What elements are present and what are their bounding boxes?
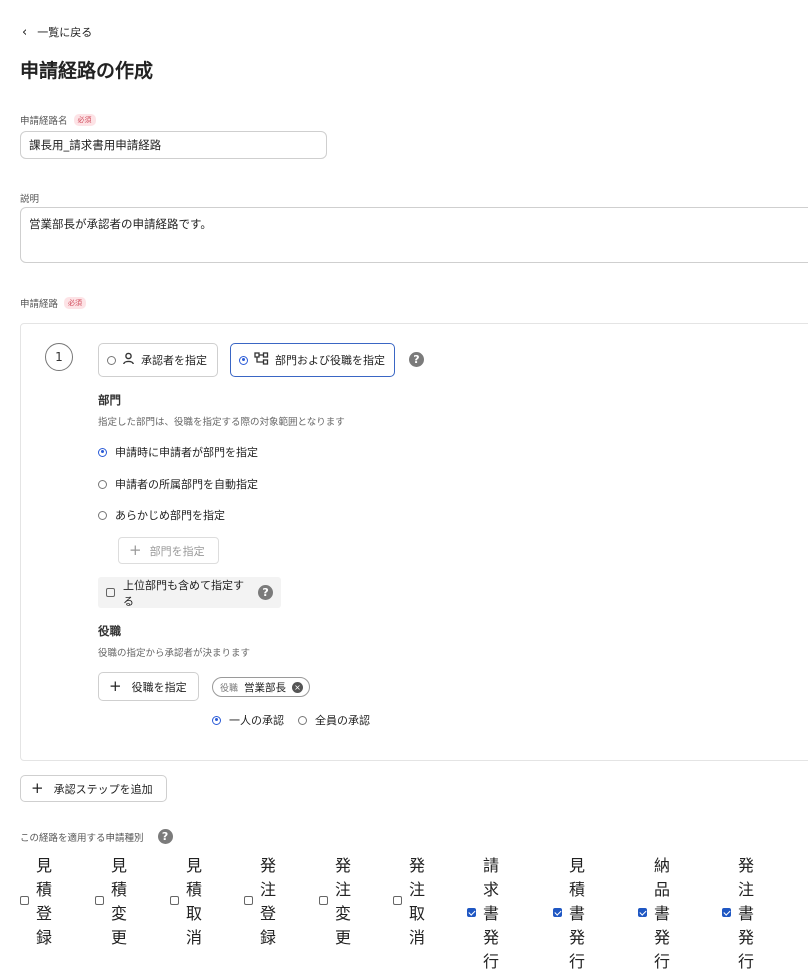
apply-type-item[interactable]: 見積登録 xyxy=(20,852,52,948)
apply-type-checkbox[interactable] xyxy=(170,895,179,905)
description-textarea[interactable]: 営業部長が承認者の申請経路です。 xyxy=(20,207,808,263)
route-label: 申請経路 xyxy=(20,299,59,310)
apply-types-label-row: この経路を適用する申請種別 ? xyxy=(20,829,173,844)
radio-unselected[interactable] xyxy=(298,715,307,725)
plus-icon: + xyxy=(31,779,44,797)
include-upper-dept-label: 上位部門も含めて指定する xyxy=(123,578,244,608)
required-badge: 必須 xyxy=(64,297,87,309)
role-chip-label: 役職 xyxy=(220,683,239,694)
radio-selected[interactable] xyxy=(212,715,221,725)
option-dept-role-button[interactable]: 部門および役職を指定 xyxy=(230,343,395,377)
add-step-label: 承認ステップを追加 xyxy=(53,782,153,796)
radio-unselected[interactable] xyxy=(98,479,107,489)
apply-type-label: 見積取消 xyxy=(186,856,203,947)
org-chart-icon xyxy=(254,352,269,368)
apply-type-item[interactable]: 見積変更 xyxy=(95,852,127,948)
apply-type-checkbox[interactable] xyxy=(20,895,29,905)
apply-type-label: 見積変更 xyxy=(111,856,128,947)
apply-types-label: この経路を適用する申請種別 xyxy=(20,832,144,844)
apply-type-item[interactable]: 見積書発行 xyxy=(553,852,585,972)
dept-hint: 指定した部門は、役職を指定する際の対象範囲となります xyxy=(98,417,345,428)
route-name-label: 申請経路名 xyxy=(20,116,68,127)
chevron-left-icon: ‹ xyxy=(22,24,28,40)
apply-type-checkbox[interactable] xyxy=(638,907,647,917)
add-step-button[interactable]: + 承認ステップを追加 xyxy=(20,775,167,802)
apply-type-label: 発注書発行 xyxy=(738,856,755,971)
dept-option-preset[interactable]: あらかじめ部門を指定 xyxy=(98,507,225,523)
include-upper-dept-checkbox[interactable] xyxy=(106,588,115,597)
option-approver-radio[interactable] xyxy=(107,355,116,365)
apply-type-checkbox[interactable] xyxy=(467,907,476,917)
radio-unselected[interactable] xyxy=(98,510,107,520)
apply-type-checkbox[interactable] xyxy=(553,907,562,917)
apply-type-item[interactable]: 請求書発行 xyxy=(467,852,499,972)
specify-role-button[interactable]: + 役職を指定 xyxy=(98,672,199,701)
include-upper-dept-checkbox-row[interactable]: 上位部門も含めて指定する ? xyxy=(98,577,281,608)
dept-title: 部門 xyxy=(98,393,121,407)
apply-type-item[interactable]: 発注取消 xyxy=(393,852,425,948)
approval-option-label: 一人の承認 xyxy=(229,714,284,727)
dept-option-label: あらかじめ部門を指定 xyxy=(115,509,225,522)
apply-type-item[interactable]: 発注変更 xyxy=(319,852,351,948)
route-name-input[interactable]: 課長用_請求書用申請経路 xyxy=(20,131,327,159)
page-title: 申請経路の作成 xyxy=(20,60,154,82)
apply-type-label: 発注登録 xyxy=(260,856,277,947)
apply-type-checkbox[interactable] xyxy=(95,895,104,905)
apply-type-checkbox[interactable] xyxy=(393,895,402,905)
help-icon[interactable]: ? xyxy=(409,352,424,367)
apply-type-label: 請求書発行 xyxy=(483,856,500,971)
person-icon xyxy=(122,352,135,368)
dept-option-auto[interactable]: 申請者の所属部門を自動指定 xyxy=(98,476,258,492)
apply-type-item[interactable]: 発注登録 xyxy=(244,852,276,948)
step-number: 1 xyxy=(45,343,73,371)
apply-type-label: 見積登録 xyxy=(36,856,53,947)
apply-type-checkbox[interactable] xyxy=(319,895,328,905)
apply-type-label: 見積書発行 xyxy=(569,856,586,971)
clear-icon[interactable]: × xyxy=(292,681,304,693)
specify-dept-label: 部門を指定 xyxy=(149,544,205,558)
option-approver-button[interactable]: 承認者を指定 xyxy=(98,343,218,377)
role-chip-value: 営業部長 xyxy=(244,681,287,694)
apply-type-item[interactable]: 見積取消 xyxy=(170,852,202,948)
role-chip: 役職 営業部長 × xyxy=(212,677,311,697)
apply-type-checkbox[interactable] xyxy=(722,907,731,917)
route-label-row: 申請経路 必須 xyxy=(20,296,87,310)
plus-icon: + xyxy=(109,677,122,695)
apply-type-checkbox[interactable] xyxy=(244,895,253,905)
option-dept-role-label: 部門および役職を指定 xyxy=(275,354,385,367)
description-label: 説明 xyxy=(20,194,40,205)
plus-icon: + xyxy=(129,541,142,559)
option-approver-label: 承認者を指定 xyxy=(141,354,207,367)
apply-type-item[interactable]: 納品書発行 xyxy=(638,852,670,972)
dept-option-label: 申請時に申請者が部門を指定 xyxy=(115,446,258,459)
dept-option-applicant-specifies[interactable]: 申請時に申請者が部門を指定 xyxy=(98,444,258,460)
radio-selected[interactable] xyxy=(98,447,107,457)
back-link-label: 一覧に戻る xyxy=(37,26,93,39)
approval-option-label: 全員の承認 xyxy=(315,714,370,727)
role-title: 役職 xyxy=(98,624,121,638)
option-dept-role-radio[interactable] xyxy=(239,355,248,365)
apply-type-label: 発注変更 xyxy=(335,856,352,947)
apply-type-label: 納品書発行 xyxy=(654,856,671,971)
route-name-label-row: 申請経路名 必須 xyxy=(20,113,96,127)
role-hint: 役職の指定から承認者が決まります xyxy=(98,648,251,659)
apply-type-item[interactable]: 発注書発行 xyxy=(722,852,754,972)
apply-type-label: 発注取消 xyxy=(409,856,426,947)
specify-dept-button[interactable]: + 部門を指定 xyxy=(118,537,219,564)
help-icon[interactable]: ? xyxy=(157,829,173,844)
dept-option-label: 申請者の所属部門を自動指定 xyxy=(115,478,258,491)
help-icon[interactable]: ? xyxy=(258,585,273,600)
back-link[interactable]: ‹ 一覧に戻る xyxy=(22,24,92,40)
approval-option-all[interactable]: 全員の承認 xyxy=(298,712,370,728)
specify-role-label: 役職を指定 xyxy=(131,680,187,694)
approval-option-single[interactable]: 一人の承認 xyxy=(212,712,284,728)
required-badge: 必須 xyxy=(73,114,96,126)
